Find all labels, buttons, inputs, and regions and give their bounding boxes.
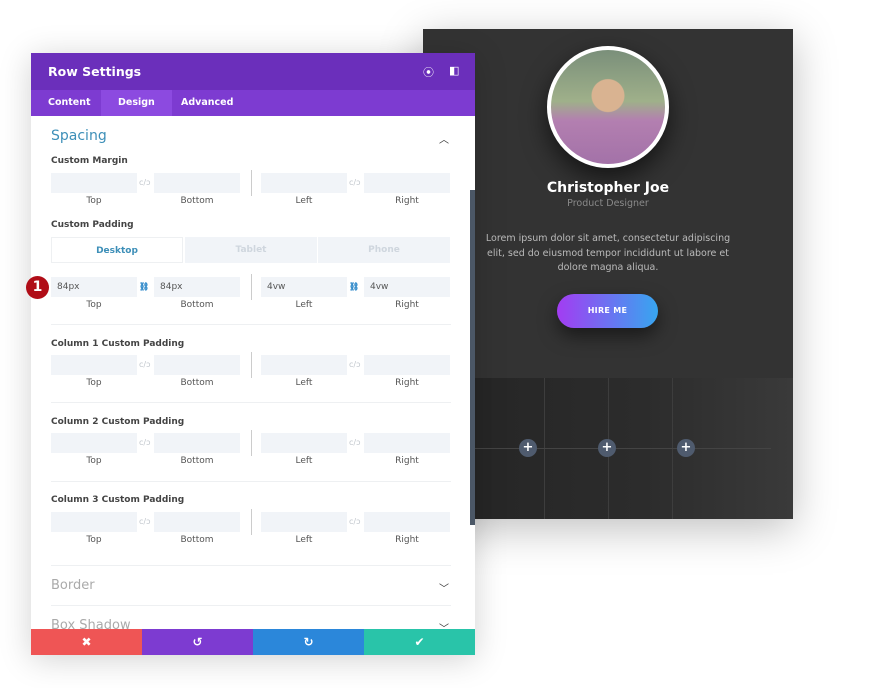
- group-label: Custom Margin: [51, 156, 128, 166]
- spacing-section-title[interactable]: Spacing: [51, 128, 107, 144]
- group-label: Column 1 Custom Padding: [51, 339, 185, 349]
- vertical-divider: [251, 170, 252, 196]
- empty-row: + + +: [423, 378, 793, 519]
- divider: [51, 605, 451, 606]
- chevron-down-icon[interactable]: ﹀: [439, 580, 449, 595]
- step-annotation-badge: 1: [26, 276, 49, 299]
- bottom-input[interactable]: [154, 173, 240, 193]
- top-input[interactable]: 84px: [51, 277, 137, 297]
- scrollbar[interactable]: [470, 190, 475, 525]
- add-module-icon[interactable]: +: [519, 439, 537, 457]
- top-input[interactable]: [51, 433, 137, 453]
- row-settings-panel: Row Settings ⦿ ◧ Content Design Advanced…: [31, 53, 475, 655]
- panel-header: Row Settings ⦿ ◧: [31, 53, 475, 90]
- left-label: Left: [295, 456, 313, 466]
- tab-advanced[interactable]: Advanced: [164, 90, 250, 116]
- sidebar-toggle-icon[interactable]: ◧: [449, 64, 459, 77]
- link-icon[interactable]: ⛓: [349, 282, 359, 291]
- right-label: Right: [395, 300, 419, 310]
- bottom-input[interactable]: [154, 512, 240, 532]
- link-icon[interactable]: c/ɔ: [139, 178, 151, 187]
- group-label: Custom Padding: [51, 220, 134, 230]
- device-tab-phone[interactable]: Phone: [318, 237, 450, 263]
- preview-section: Christopher Joe Product Designer Lorem i…: [423, 29, 793, 519]
- chevron-up-icon[interactable]: ︿: [439, 131, 449, 146]
- cancel-button[interactable]: ✖: [31, 629, 142, 655]
- bottom-label: Bottom: [180, 456, 214, 466]
- vertical-divider: [251, 274, 252, 300]
- top-label: Top: [86, 196, 102, 206]
- tab-design[interactable]: Design: [101, 90, 172, 116]
- right-input[interactable]: [364, 512, 450, 532]
- right-label: Right: [395, 378, 419, 388]
- left-label: Left: [295, 378, 313, 388]
- left-input[interactable]: [261, 173, 347, 193]
- add-module-icon[interactable]: +: [677, 439, 695, 457]
- bottom-label: Bottom: [180, 535, 214, 545]
- bottom-input[interactable]: [154, 433, 240, 453]
- link-icon[interactable]: c/ɔ: [349, 360, 361, 369]
- bottom-label: Bottom: [180, 196, 214, 206]
- group-label: Column 3 Custom Padding: [51, 495, 185, 505]
- right-input[interactable]: [364, 355, 450, 375]
- top-input[interactable]: [51, 512, 137, 532]
- left-input[interactable]: [261, 512, 347, 532]
- left-label: Left: [295, 196, 313, 206]
- link-icon[interactable]: c/ɔ: [349, 438, 361, 447]
- person-bio: Lorem ipsum dolor sit amet, consectetur …: [485, 233, 731, 273]
- link-icon[interactable]: c/ɔ: [349, 178, 361, 187]
- left-input[interactable]: [261, 355, 347, 375]
- right-label: Right: [395, 535, 419, 545]
- top-label: Top: [86, 456, 102, 466]
- divider: [51, 481, 451, 482]
- undo-button[interactable]: ↺: [142, 629, 253, 655]
- panel-title: Row Settings: [48, 64, 142, 79]
- device-tab-desktop[interactable]: Desktop: [51, 237, 183, 263]
- device-tab-tablet[interactable]: Tablet: [185, 237, 317, 263]
- vertical-divider: [251, 430, 252, 456]
- top-input[interactable]: [51, 173, 137, 193]
- panel-tabs: Content Design Advanced: [31, 90, 475, 116]
- link-icon[interactable]: c/ɔ: [139, 360, 151, 369]
- left-label: Left: [295, 300, 313, 310]
- person-role: Product Designer: [567, 198, 649, 209]
- bottom-input[interactable]: [154, 355, 240, 375]
- link-icon[interactable]: c/ɔ: [139, 517, 151, 526]
- tab-content[interactable]: Content: [31, 90, 108, 116]
- link-icon[interactable]: c/ɔ: [139, 438, 151, 447]
- top-label: Top: [86, 300, 102, 310]
- panel-footer: ✖ ↺ ↻ ✔: [31, 629, 475, 655]
- top-input[interactable]: [51, 355, 137, 375]
- redo-button[interactable]: ↻: [253, 629, 364, 655]
- divider: [51, 324, 451, 325]
- row-line: [423, 448, 771, 449]
- divider: [51, 402, 451, 403]
- vertical-divider: [251, 509, 252, 535]
- left-input[interactable]: 4vw: [261, 277, 347, 297]
- right-label: Right: [395, 456, 419, 466]
- hire-me-button[interactable]: HIRE ME: [557, 294, 658, 328]
- add-module-icon[interactable]: +: [598, 439, 616, 457]
- link-icon[interactable]: c/ɔ: [349, 517, 361, 526]
- top-label: Top: [86, 378, 102, 388]
- person-name: Christopher Joe: [546, 180, 670, 196]
- right-input[interactable]: 4vw: [364, 277, 450, 297]
- bottom-label: Bottom: [180, 378, 214, 388]
- group-label: Column 2 Custom Padding: [51, 417, 185, 427]
- save-button[interactable]: ✔: [364, 629, 475, 655]
- bottom-label: Bottom: [180, 300, 214, 310]
- right-label: Right: [395, 196, 419, 206]
- link-icon[interactable]: ⛓: [139, 282, 149, 291]
- left-label: Left: [295, 535, 313, 545]
- top-label: Top: [86, 535, 102, 545]
- fullscreen-icon[interactable]: ⦿: [423, 64, 434, 80]
- border-section-title[interactable]: Border: [51, 578, 95, 593]
- right-input[interactable]: [364, 173, 450, 193]
- avatar-image: [547, 46, 669, 168]
- right-input[interactable]: [364, 433, 450, 453]
- vertical-divider: [251, 352, 252, 378]
- left-input[interactable]: [261, 433, 347, 453]
- divider: [51, 565, 451, 566]
- bottom-input[interactable]: 84px: [154, 277, 240, 297]
